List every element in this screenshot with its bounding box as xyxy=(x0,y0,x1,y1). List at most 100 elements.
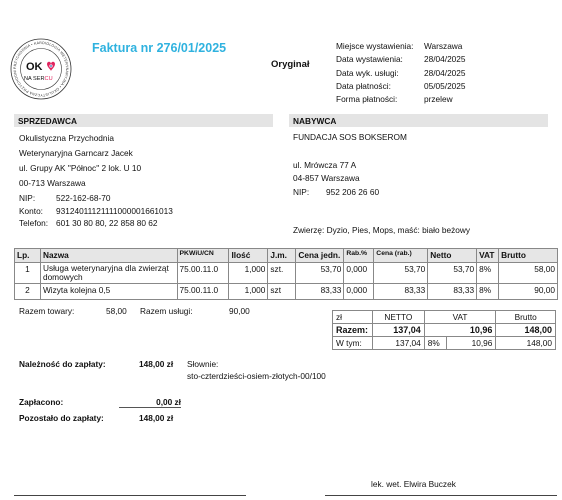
buyer-name: FUNDACJA SOS BOKSEROM xyxy=(293,132,407,142)
seller-block: Okulistyczna Przychodnia Weterynaryjna G… xyxy=(19,131,173,229)
summary-cell: 148,00 xyxy=(495,323,556,337)
meta-value: 28/04/2025 xyxy=(424,67,466,78)
original-label: Oryginał xyxy=(271,59,310,70)
seller-line: 00-713 Warszawa xyxy=(19,178,86,188)
meta-label: Data płatności: xyxy=(336,80,391,91)
meta-label: Data wyk. usługi: xyxy=(336,67,399,78)
buyer-city: 04-857 Warszawa xyxy=(293,173,360,183)
meta-value: Warszawa xyxy=(424,41,463,51)
meta-row: Forma płatności: przelew xyxy=(336,93,466,106)
cell-gross: 90,00 xyxy=(498,283,558,300)
cell-pkwiu: 75.00.11.0 xyxy=(176,262,230,284)
paid-label: Zapłacono: xyxy=(19,397,64,407)
remaining-value: 148,00 zł xyxy=(139,413,174,423)
svg-text:NA SERCU: NA SERCU xyxy=(24,76,53,82)
meta-label: Data wystawienia: xyxy=(336,54,403,65)
cell-unit: szt xyxy=(267,283,297,300)
summary-cell: 10,96 xyxy=(445,336,497,350)
seller-line: Weterynaryjna Garncarz Jacek xyxy=(19,148,133,158)
summary-cell: 148,00 xyxy=(495,336,556,350)
meta-value: przelew xyxy=(424,94,453,105)
table-row: 2 Wizyta kolejna 0,5 75.00.11.0 1,000 sz… xyxy=(14,283,558,300)
in-words-label: Słownie: xyxy=(187,359,219,369)
cell-qty: 1,000 xyxy=(228,262,269,284)
seller-nip: NIP: 522-162-68-70 xyxy=(19,191,173,206)
col-header: Cena jedn. xyxy=(295,248,345,263)
in-words-value: sto-czterdzieści-osiem-złotych-00/100 xyxy=(187,370,326,381)
meta-value: 05/05/2025 xyxy=(424,80,466,91)
meta-row: Data wystawienia: 28/04/2025 xyxy=(336,53,466,66)
seller-header: SPRZEDAWCA xyxy=(14,114,273,127)
signature-line-right xyxy=(325,495,557,496)
cell-name: Wizyta kolejna 0,5 xyxy=(39,283,178,300)
clinic-logo: PRZYCHODNIA • KARDIOLOGIA WETERYNARYJNA … xyxy=(8,35,72,100)
razem-uslugi-label: Razem usługi: xyxy=(140,306,193,316)
seller-phone: Telefon: 601 30 80 80, 22 858 80 62 xyxy=(19,217,173,229)
buyer-header: NABYWCA xyxy=(289,114,548,127)
cell-lp: 2 xyxy=(14,283,41,300)
seller-line: ul. Grupy AK "Północ" 2 lok. U 10 xyxy=(19,163,142,173)
cell-net: 53,70 xyxy=(427,262,478,284)
summary-breakdown-row: W tym: 137,04 8% 10,96 148,00 xyxy=(332,336,556,350)
seller-phone-label: Telefon: xyxy=(19,218,49,228)
meta-row: Data wyk. usługi: 28/04/2025 xyxy=(336,67,466,80)
buyer-street: ul. Mrówcza 77 A xyxy=(293,159,357,170)
razem-uslugi-value: 90,00 xyxy=(229,306,250,316)
summary-cell: 137,04 xyxy=(371,323,425,337)
razem-towary-value: 58,00 xyxy=(106,306,127,316)
signature-line-left xyxy=(14,495,246,496)
signer-name: lek. wet. Elwira Buczek xyxy=(371,479,456,489)
cell-lp: 1 xyxy=(14,262,41,284)
due-value: 148,00 zł xyxy=(139,359,174,369)
remaining-label: Pozostało do zapłaty: xyxy=(19,413,104,423)
cell-net: 83,33 xyxy=(427,283,478,300)
seller-nip-label: NIP: xyxy=(19,193,36,203)
cell-price-discounted: 53,70 xyxy=(373,262,429,284)
summary-cell: Brutto xyxy=(495,310,556,324)
cell-qty: 1,000 xyxy=(228,283,269,300)
seller-konto: Konto: 93124011121111000001661013 xyxy=(19,206,173,217)
amount-in-words: Słownie: sto-czterdzieści-osiem-złotych-… xyxy=(187,359,326,382)
buyer-nip-value: 952 206 26 60 xyxy=(326,186,380,197)
summary-cell: W tym: xyxy=(332,336,373,350)
table-header-row: Lp. Nazwa PKWiU/CN Ilość J.m. Cena jedn.… xyxy=(14,248,558,263)
col-header: PKWiU/CN xyxy=(176,248,230,263)
col-header: Lp. xyxy=(14,248,41,263)
cell-price: 53,70 xyxy=(295,262,345,284)
buyer-nip-label: NIP: xyxy=(293,186,310,197)
meta-row: Miejsce wystawienia: Warszawa xyxy=(336,40,466,53)
eye-heart-icon xyxy=(47,61,55,71)
summary-cell: 10,96 xyxy=(423,323,497,337)
seller-konto-value: 93124011121111000001661013 xyxy=(56,206,173,216)
col-header: Rab.% xyxy=(343,248,375,263)
logo-word-ok: OK xyxy=(26,61,43,73)
cell-price: 83,33 xyxy=(295,283,345,300)
invoice-title: Faktura nr 276/01/2025 xyxy=(92,41,227,55)
seller-konto-label: Konto: xyxy=(19,206,43,216)
cell-gross: 58,00 xyxy=(498,262,558,284)
razem-towary-label: Razem towary: xyxy=(19,306,75,316)
paid-value: 0,00 zł xyxy=(119,397,181,408)
logo-word-na-ser: NA SER xyxy=(24,76,45,82)
summary-cell: zł xyxy=(332,310,373,324)
summary-cell: 137,04 xyxy=(371,336,425,350)
buyer-nip: NIP: 952 206 26 60 xyxy=(293,186,407,200)
col-header: J.m. xyxy=(267,248,297,263)
table-row: 1 Usługa weterynaryjna dla zwierząt domo… xyxy=(14,262,558,284)
summary-cell: NETTO xyxy=(371,310,425,324)
seller-nip-value: 522-162-68-70 xyxy=(56,193,111,203)
summary-head-row: zł NETTO VAT Brutto xyxy=(332,310,556,324)
logo-word-cu: CU xyxy=(45,76,53,82)
buyer-block: FUNDACJA SOS BOKSEROM ul. Mrówcza 77 A 0… xyxy=(293,131,407,199)
cell-discount: 0,000 xyxy=(343,283,375,300)
col-header: Cena (rab.) xyxy=(373,248,429,263)
vat-summary-table: zł NETTO VAT Brutto Razem: 137,04 10,96 … xyxy=(332,310,556,350)
meta-label: Forma płatności: xyxy=(336,94,398,105)
seller-phone-value: 601 30 80 80, 22 858 80 62 xyxy=(56,218,158,228)
col-header: Ilość xyxy=(228,248,269,263)
col-header: Nazwa xyxy=(39,248,178,263)
cell-discount: 0,000 xyxy=(343,262,375,284)
col-header: VAT xyxy=(476,248,500,263)
summary-cell: Razem: xyxy=(332,323,373,337)
col-header: Brutto xyxy=(498,248,558,263)
